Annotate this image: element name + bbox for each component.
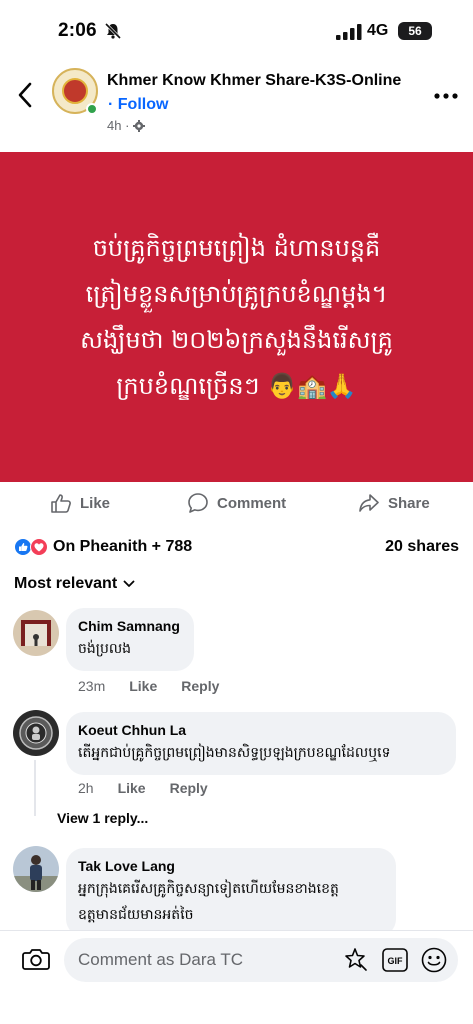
- post-text-card[interactable]: ចប់គ្រូកិច្ចព្រមព្រៀង ដំហានបន្តគឺ ត្រៀមខ…: [0, 152, 473, 482]
- comment-like-button[interactable]: Like: [129, 678, 157, 694]
- svg-text:GIF: GIF: [388, 956, 404, 966]
- comment-meta: 23m Like Reply: [78, 678, 219, 694]
- speech-bubble-icon: [188, 493, 208, 513]
- status-time: 2:06: [58, 20, 97, 41]
- thumbs-up-icon: [51, 494, 71, 513]
- follow-button[interactable]: · Follow: [108, 96, 168, 114]
- comment-time: 2h: [78, 780, 94, 796]
- sort-label: Most relevant: [14, 575, 118, 592]
- post-meta: 4h ·: [107, 118, 146, 133]
- camera-icon[interactable]: [22, 947, 50, 971]
- gear-icon: [133, 119, 146, 132]
- avatar[interactable]: [13, 846, 59, 892]
- signal-icon: [336, 24, 362, 40]
- avatar-image: [13, 610, 59, 656]
- view-replies-link[interactable]: View 1 reply...: [57, 810, 148, 826]
- comment-bubble[interactable]: Chim Samnang ចង់ប្រលង: [66, 608, 194, 671]
- comment-text: តើអ្នកជាប់គ្រូកិច្ចព្រមព្រៀងមានសិទ្ធប្រឡ…: [78, 745, 391, 761]
- avatar[interactable]: [13, 710, 59, 756]
- post-text: ចប់គ្រូកិច្ចព្រមព្រៀង ដំហានបន្តគឺ ត្រៀមខ…: [80, 225, 393, 409]
- reactions-summary[interactable]: On Pheanith + 788 20 shares: [0, 532, 473, 562]
- avatar-image: [13, 846, 59, 892]
- sticker-icon[interactable]: [342, 947, 368, 973]
- page-name[interactable]: Khmer Know Khmer Share-K3S-Online: [107, 72, 401, 90]
- post-actions: Like Comment Share: [0, 484, 473, 524]
- like-button[interactable]: Like: [50, 492, 110, 514]
- comment-meta: 2h Like Reply: [78, 780, 208, 796]
- comment-reply-button[interactable]: Reply: [170, 780, 208, 796]
- shares-count[interactable]: 20 shares: [385, 538, 459, 556]
- comment-reply-button[interactable]: Reply: [181, 678, 219, 694]
- comment-bubble[interactable]: Tak Love Lang អ្នកក្រុងគេរើសគ្រូកិច្ចសន្…: [66, 848, 396, 937]
- network-type: 4G: [367, 22, 389, 39]
- like-label: Like: [80, 494, 111, 512]
- share-button[interactable]: Share: [358, 492, 430, 514]
- comment-label: Comment: [217, 494, 287, 512]
- comment-bubble[interactable]: Koeut Chhun La តើអ្នកជាប់គ្រូកិច្ចព្រមព្…: [66, 712, 456, 775]
- comment-time: 23m: [78, 678, 106, 694]
- chevron-left-icon[interactable]: [14, 80, 36, 110]
- commenter-name[interactable]: Tak Love Lang: [78, 857, 383, 875]
- post-text-line: ត្រៀមខ្លួនសម្រាប់គ្រូក្របខំណ្ឌម្តង។: [85, 280, 388, 308]
- comment-button[interactable]: Comment: [187, 492, 286, 514]
- thread-line: [34, 760, 36, 816]
- post-time: 4h ·: [107, 118, 130, 133]
- emoji-icon[interactable]: [421, 947, 447, 973]
- bell-off-icon: [104, 22, 122, 40]
- page-logo: [62, 78, 88, 104]
- comment-text-line: អ្នកក្រុងគេរើសគ្រូកិច្ចសន្យាទៀតហើយមែនខាង…: [78, 881, 339, 897]
- chevron-down-icon: [123, 580, 135, 587]
- avatar-image: [13, 710, 59, 756]
- share-arrow-icon: [359, 494, 379, 512]
- comment-like-button[interactable]: Like: [118, 780, 146, 796]
- comment-composer: GIF: [0, 930, 473, 1024]
- commenter-name[interactable]: Koeut Chhun La: [78, 721, 443, 739]
- comment-text: ចង់ប្រលង: [78, 641, 132, 657]
- comment-sort-dropdown[interactable]: Most relevant: [14, 575, 135, 593]
- post-text-line: សង្ឃឹមថា ២០២៦ក្រសួងនឹងរើសគ្រូ: [80, 326, 393, 354]
- share-label: Share: [388, 494, 430, 512]
- post-text-line: ក្របខំណ្ឌច្រើនៗ 👨‍🏫🙏: [116, 372, 357, 400]
- post-text-line: ចប់គ្រូកិច្ចព្រមព្រៀង ដំហានបន្តគឺ: [92, 234, 381, 262]
- gif-icon[interactable]: GIF: [382, 948, 408, 972]
- battery-indicator: 56: [398, 22, 432, 40]
- online-indicator: [86, 103, 98, 115]
- status-bar: 2:06 4G 56: [0, 0, 473, 58]
- reactions-text[interactable]: On Pheanith + 788: [53, 538, 192, 556]
- reaction-icons: [14, 538, 48, 556]
- comment-text-line: ឧត្តមានជ័យមានអត់ចៃ: [78, 907, 194, 923]
- avatar[interactable]: [13, 610, 59, 656]
- post-header: Khmer Know Khmer Share-K3S-Online · Foll…: [0, 62, 473, 142]
- commenter-name[interactable]: Chim Samnang: [78, 617, 181, 635]
- more-horizontal-icon[interactable]: [433, 92, 459, 100]
